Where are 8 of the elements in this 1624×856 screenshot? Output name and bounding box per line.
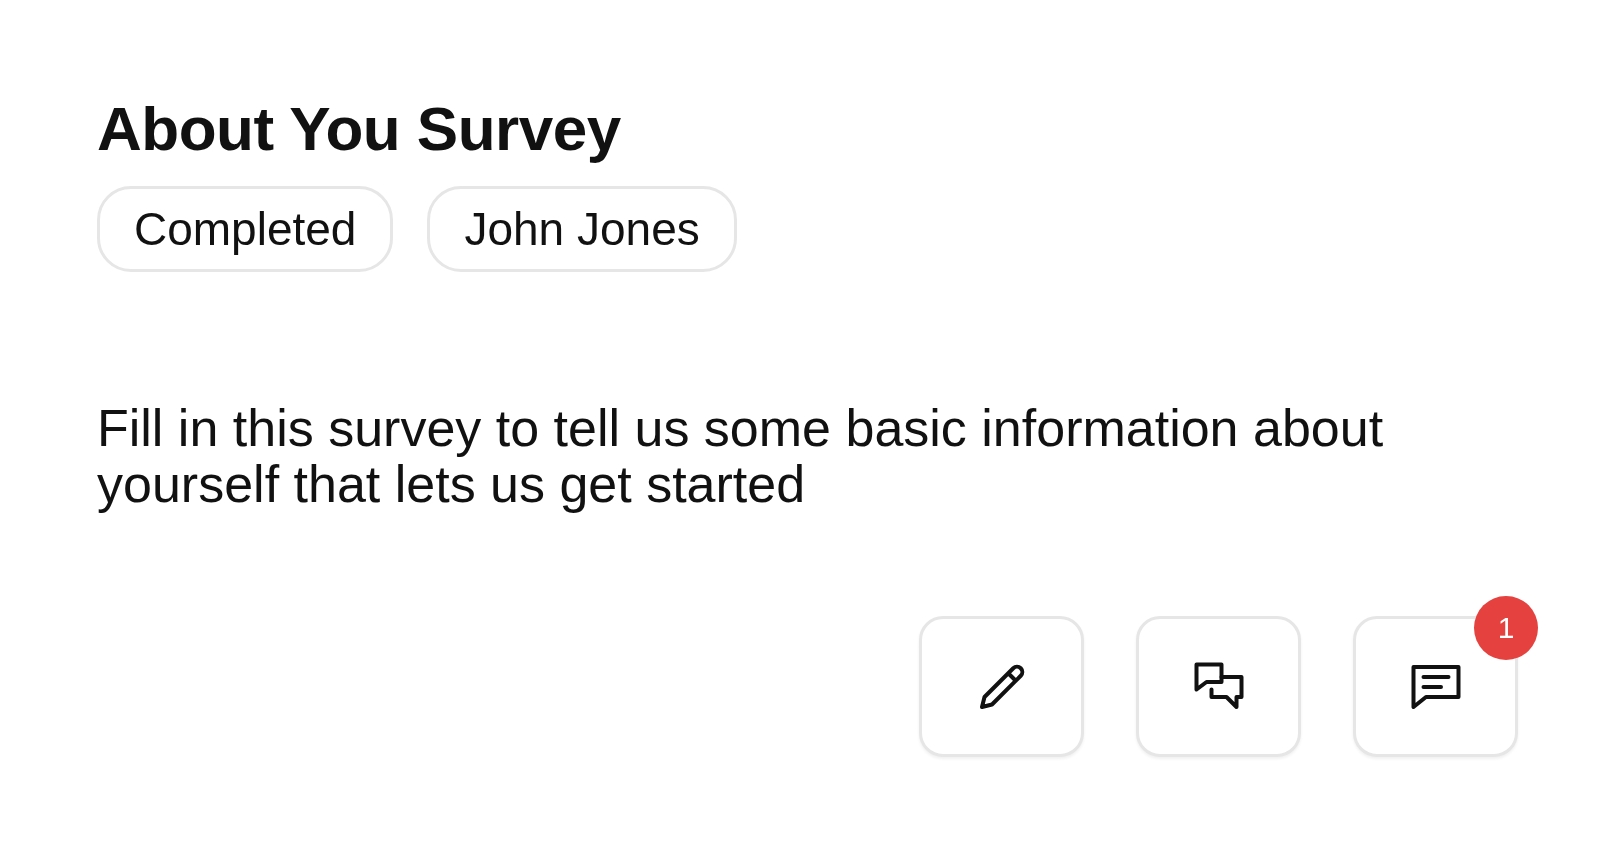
comment-button[interactable] xyxy=(1353,616,1518,757)
survey-description: Fill in this survey to tell us some basic information about yourself that lets us get started xyxy=(97,400,1385,512)
notification-badge: 1 xyxy=(1474,596,1538,660)
edit-button[interactable] xyxy=(919,616,1084,757)
survey-title: About You Survey xyxy=(97,94,622,164)
conversation-button[interactable] xyxy=(1136,616,1301,757)
tag-chip: Completed xyxy=(97,186,394,272)
tag-chip: John Jones xyxy=(427,186,737,272)
